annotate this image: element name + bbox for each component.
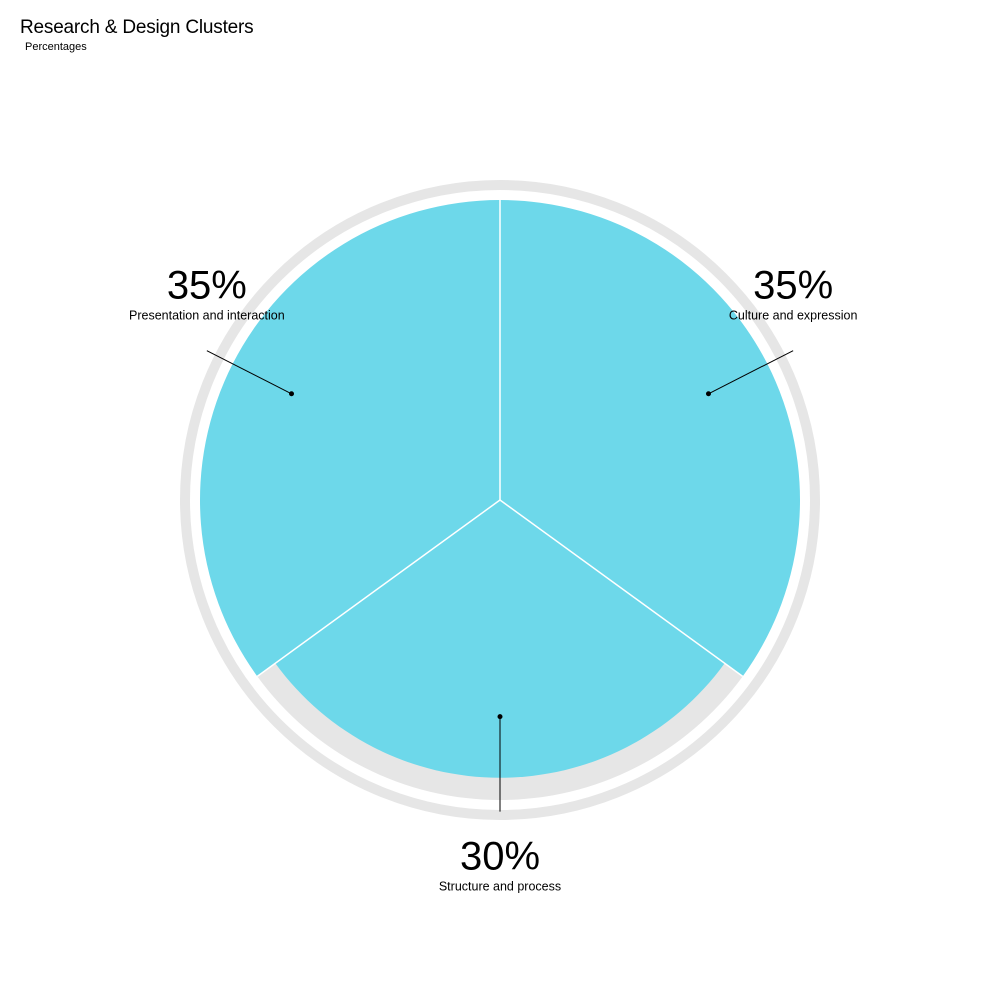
slice-percent-label: 35% xyxy=(753,264,833,308)
pie-chart: 35%Culture and expression30%Structure an… xyxy=(129,180,858,894)
slice-category-label: Culture and expression xyxy=(729,309,858,323)
leader-dot-structure-and-process xyxy=(497,714,503,720)
leader-dot-culture-and-expression xyxy=(705,391,711,397)
leader-dot-presentation-and-interaction xyxy=(289,391,295,397)
slice-category-label: Structure and process xyxy=(439,880,561,894)
slice-percent-label: 30% xyxy=(460,835,540,879)
slice-category-label: Presentation and interaction xyxy=(129,309,285,323)
slice-percent-label: 35% xyxy=(167,264,247,308)
